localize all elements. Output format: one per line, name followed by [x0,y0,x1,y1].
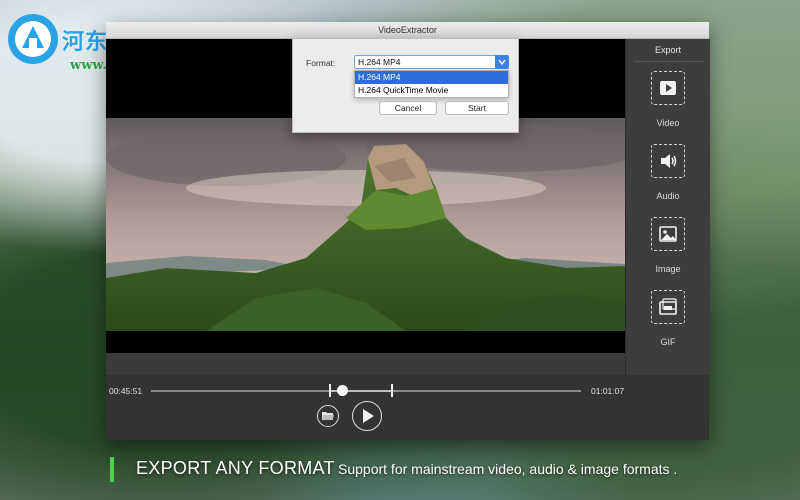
end-time: 01:01:07 [591,386,625,396]
sidebar-item-label: GIF [660,337,676,347]
caption-title: EXPORT ANY FORMAT [136,458,335,478]
cancel-button[interactable]: Cancel [379,101,437,115]
caption-accent-bar [110,457,114,482]
sidebar-item-gif[interactable]: GIF [626,290,710,356]
export-sidebar: Export Video Audio Image GIF [625,39,710,375]
format-dropdown-list: H.264 MP4 H.264 QuickTime Movie [354,70,509,98]
gif-icon [651,290,685,324]
sidebar-divider [634,61,704,62]
start-button[interactable]: Start [445,101,509,115]
play-button[interactable] [352,401,382,431]
chevron-down-icon [495,55,509,69]
sidebar-item-image[interactable]: Image [626,217,710,283]
format-dialog: Format: H.264 MP4 H.264 MP4 H.264 QuickT… [292,38,519,133]
playback-controls: 00:45:51 01:01:07 [106,375,709,440]
current-time: 00:45:51 [109,386,143,396]
range-start-handle[interactable] [329,384,331,397]
video-play-icon [651,71,685,105]
sidebar-item-label: Image [655,264,681,274]
open-folder-button[interactable] [317,405,339,427]
playhead-knob[interactable] [337,385,348,396]
image-icon [651,217,685,251]
title-bar: VideoExtractor [106,22,709,39]
sidebar-item-label: Video [656,118,680,128]
sidebar-item-video[interactable]: Video [626,71,710,137]
format-label: Format: [306,58,336,68]
format-option[interactable]: H.264 MP4 [355,71,508,84]
window-title: VideoExtractor [378,25,437,35]
format-selected-value: H.264 MP4 [358,57,401,67]
video-frame [106,118,625,331]
watermark-logo-icon [8,14,58,64]
caption-description: Support for mainstream video, audio & im… [338,461,678,477]
sidebar-item-audio[interactable]: Audio [626,144,710,210]
format-option[interactable]: H.264 QuickTime Movie [355,84,508,97]
export-title: Export [654,45,681,55]
speaker-icon [651,144,685,178]
format-select[interactable]: H.264 MP4 [354,55,509,69]
sidebar-item-label: Audio [656,191,680,201]
range-end-handle[interactable] [391,384,393,397]
timeline-track[interactable] [151,384,581,397]
folder-icon [322,412,334,420]
play-icon [363,409,374,423]
